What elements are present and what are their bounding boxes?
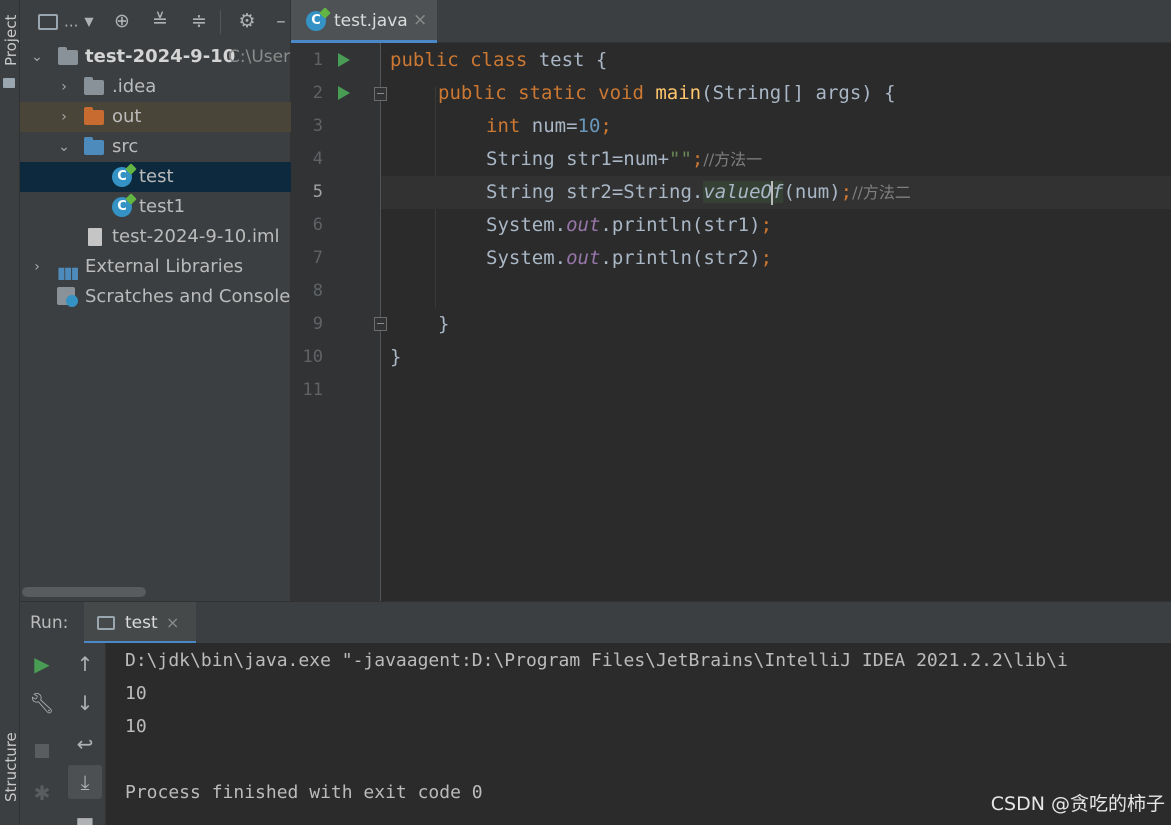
stop-icon[interactable] — [27, 736, 57, 766]
window-icon — [38, 13, 58, 30]
code-line-4: String str1=num+"";//方法一 — [486, 148, 763, 170]
line-number: 2 — [312, 83, 323, 103]
code-line-6: System.out.println(str1); — [486, 214, 773, 236]
source-folder-icon — [84, 137, 104, 155]
console-line: D:\jdk\bin\java.exe "-javaagent:D:\Progr… — [125, 650, 1068, 671]
tree-item-out[interactable]: › out — [20, 102, 291, 132]
line-number: 4 — [312, 149, 323, 169]
editor-gutter: 1 2 3 4 5 6 7 8 9 10 11 — [291, 43, 416, 601]
code-line-5: String str2=String.valueOf(num);//方法二 — [381, 176, 1171, 209]
run-main-icon[interactable] — [338, 86, 350, 100]
chevron-right-icon[interactable]: › — [57, 102, 71, 132]
left-tool-strip: Project Structure — [0, 0, 20, 825]
run-toolbar: ▶ ↑ 🔧︎ ↓ ↩ ✱ ⤓ ▬ — [20, 643, 106, 825]
text-caret — [771, 180, 773, 205]
horizontal-scrollbar[interactable] — [22, 587, 146, 597]
line-number: 11 — [302, 380, 323, 400]
line-number: 6 — [312, 215, 323, 235]
folder-icon — [84, 77, 104, 95]
java-class-icon: C — [112, 167, 132, 187]
project-path: C:\User — [228, 47, 291, 67]
code-line-7: System.out.println(str2); — [486, 247, 773, 269]
line-number: 7 — [312, 248, 323, 268]
excluded-folder-icon — [84, 107, 104, 125]
soft-wrap-icon[interactable]: ↩ — [70, 729, 100, 759]
folder-icon — [3, 78, 15, 88]
print-icon[interactable]: ▬ — [70, 805, 100, 825]
expand-all-icon[interactable]: ≚ — [147, 10, 173, 32]
clock-icon — [66, 295, 78, 307]
editor-tab-bar: C test.java × — [291, 0, 1171, 43]
project-panel: ... ▼ ⊕ ≚ ≑ ⚙ – ⌄ test-2024-9-10 C:\User… — [20, 0, 300, 601]
tree-item-test[interactable]: C test — [20, 162, 291, 192]
fold-end-icon[interactable] — [374, 317, 387, 331]
line-number: 1 — [312, 50, 323, 70]
console-line: 10 — [125, 716, 147, 737]
chevron-right-icon[interactable]: › — [57, 72, 71, 102]
chevron-right-icon[interactable]: › — [30, 252, 44, 282]
debug-icon[interactable]: ✱ — [27, 778, 57, 808]
java-class-icon: C — [306, 11, 326, 31]
code-line-3: int num=10; — [486, 115, 612, 137]
chevron-down-icon: ▼ — [84, 14, 94, 29]
tree-item-test1[interactable]: C test1 — [20, 192, 291, 222]
console-line: Process finished with exit code 0 — [125, 782, 483, 803]
code-line-9: } — [438, 313, 450, 335]
line-number: 5 — [312, 182, 323, 202]
project-name: test-2024-9-10 — [85, 46, 236, 67]
tree-item-iml[interactable]: test-2024-9-10.iml — [20, 222, 291, 252]
structure-tool-tab[interactable]: Structure — [2, 732, 20, 802]
fold-collapse-icon[interactable] — [374, 87, 387, 101]
scroll-to-end-icon[interactable]: ⤓ — [68, 765, 102, 799]
run-tab-test[interactable]: test × — [84, 602, 196, 644]
tree-item-src[interactable]: ⌄ src — [20, 132, 291, 162]
rerun-icon[interactable]: ▶ — [27, 649, 57, 679]
close-icon[interactable]: × — [166, 613, 179, 632]
module-folder-icon — [58, 47, 78, 65]
down-arrow-icon[interactable]: ↓ — [70, 688, 100, 718]
tree-item-scratches[interactable]: Scratches and Consoles — [20, 282, 300, 312]
line-number: 10 — [302, 347, 323, 367]
project-tool-tab[interactable]: Project — [2, 15, 20, 66]
file-icon — [88, 228, 102, 246]
caret-position: Of — [760, 180, 784, 205]
line-number: 3 — [312, 116, 323, 136]
chevron-down-icon[interactable]: ⌄ — [30, 42, 44, 72]
run-panel-label: Run: — [30, 613, 69, 633]
code-line-1: public class test { — [390, 49, 608, 71]
tab-test-java[interactable]: C test.java × — [291, 0, 437, 43]
chevron-down-icon[interactable]: ⌄ — [57, 132, 71, 162]
minimize-icon[interactable]: – — [271, 10, 291, 32]
tree-item-idea[interactable]: › .idea — [20, 72, 291, 102]
java-class-icon: C — [112, 197, 132, 217]
console-line: 10 — [125, 683, 147, 704]
code-line-10: } — [390, 346, 402, 368]
line-number: 8 — [312, 281, 323, 301]
project-toolbar: ... ▼ ⊕ ≚ ≑ ⚙ – — [20, 0, 291, 42]
run-panel-header: Run: test × — [20, 601, 1171, 644]
line-number: 9 — [312, 314, 323, 334]
up-arrow-icon[interactable]: ↑ — [70, 649, 100, 679]
locate-icon[interactable]: ⊕ — [109, 10, 135, 32]
collapse-all-icon[interactable]: ≑ — [186, 10, 212, 32]
tree-root-project[interactable]: ⌄ test-2024-9-10 C:\User — [20, 42, 291, 72]
run-class-icon[interactable] — [338, 53, 350, 67]
gear-icon[interactable]: ⚙ — [234, 10, 260, 32]
code-editor[interactable]: 1 2 3 4 5 6 7 8 9 10 11 public class tes… — [291, 43, 1171, 601]
view-mode-dropdown[interactable]: ... ▼ — [38, 10, 96, 32]
tree-item-external-libraries[interactable]: › ▮▮▮ External Libraries — [20, 252, 291, 282]
code-line-2: public static void main(String[] args) { — [438, 82, 896, 104]
console-icon — [97, 616, 115, 630]
toolbar-separator — [220, 10, 221, 34]
wrench-icon[interactable]: 🔧︎ — [27, 688, 57, 718]
watermark: CSDN @贪吃的柿子 — [990, 793, 1165, 815]
close-icon[interactable]: × — [413, 10, 427, 30]
